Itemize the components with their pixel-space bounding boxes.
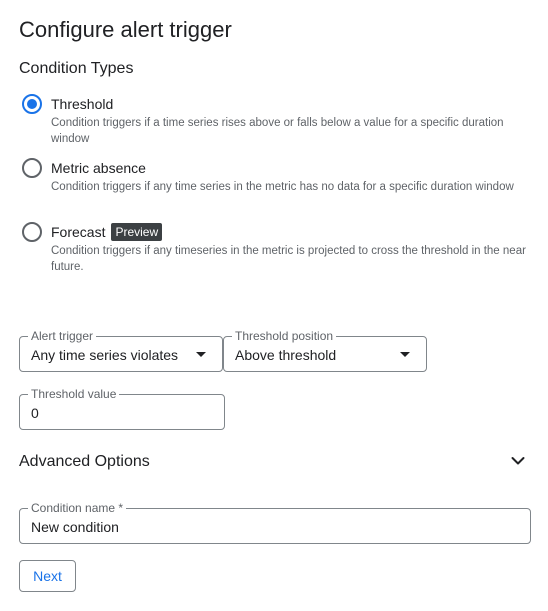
condition-option-forecast[interactable]: Forecast Preview Condition triggers if an…	[22, 222, 532, 273]
metric-absence-radio[interactable]	[22, 158, 42, 178]
condition-option-metric-absence[interactable]: Metric absence Condition triggers if any…	[22, 158, 532, 208]
next-button[interactable]: Next	[19, 560, 76, 592]
forecast-description: Condition triggers if any timeseries in …	[51, 245, 526, 273]
alert-trigger-label: Alert trigger	[28, 328, 97, 344]
radio-selected-dot	[27, 99, 37, 109]
forecast-label: Forecast	[51, 224, 106, 240]
alert-trigger-value: Any time series violates	[31, 347, 179, 363]
chevron-down-icon[interactable]	[511, 456, 525, 466]
advanced-options-toggle[interactable]: Advanced Options	[19, 452, 150, 472]
dropdown-arrow-icon	[196, 352, 206, 357]
condition-name-value[interactable]: New condition	[31, 518, 119, 536]
metric-absence-description: Condition triggers if any time series in…	[51, 181, 514, 193]
threshold-value-input[interactable]: Threshold value 0	[19, 386, 225, 430]
condition-name-label: Condition name *	[28, 500, 127, 516]
threshold-position-value: Above threshold	[235, 347, 337, 363]
condition-types-heading: Condition Types	[19, 60, 134, 77]
condition-option-threshold[interactable]: Threshold Condition triggers if a time s…	[22, 94, 532, 145]
threshold-label: Threshold	[51, 96, 114, 112]
metric-absence-label: Metric absence	[51, 160, 146, 176]
alert-trigger-select[interactable]: Alert trigger Any time series violates	[19, 328, 223, 372]
threshold-position-select[interactable]: Threshold position Above threshold	[223, 328, 427, 372]
forecast-label-wrap: Forecast Preview	[51, 223, 163, 241]
condition-name-input[interactable]: Condition name * New condition	[19, 500, 531, 544]
threshold-value-label: Threshold value	[28, 386, 120, 402]
preview-badge: Preview	[111, 223, 163, 241]
dropdown-arrow-icon	[400, 352, 410, 357]
forecast-radio[interactable]	[22, 222, 42, 242]
threshold-value-text[interactable]: 0	[31, 404, 39, 422]
threshold-radio[interactable]	[22, 94, 42, 114]
page-title: Configure alert trigger	[19, 17, 232, 42]
threshold-position-label: Threshold position	[232, 328, 337, 344]
threshold-description: Condition triggers if a time series rise…	[51, 117, 504, 145]
